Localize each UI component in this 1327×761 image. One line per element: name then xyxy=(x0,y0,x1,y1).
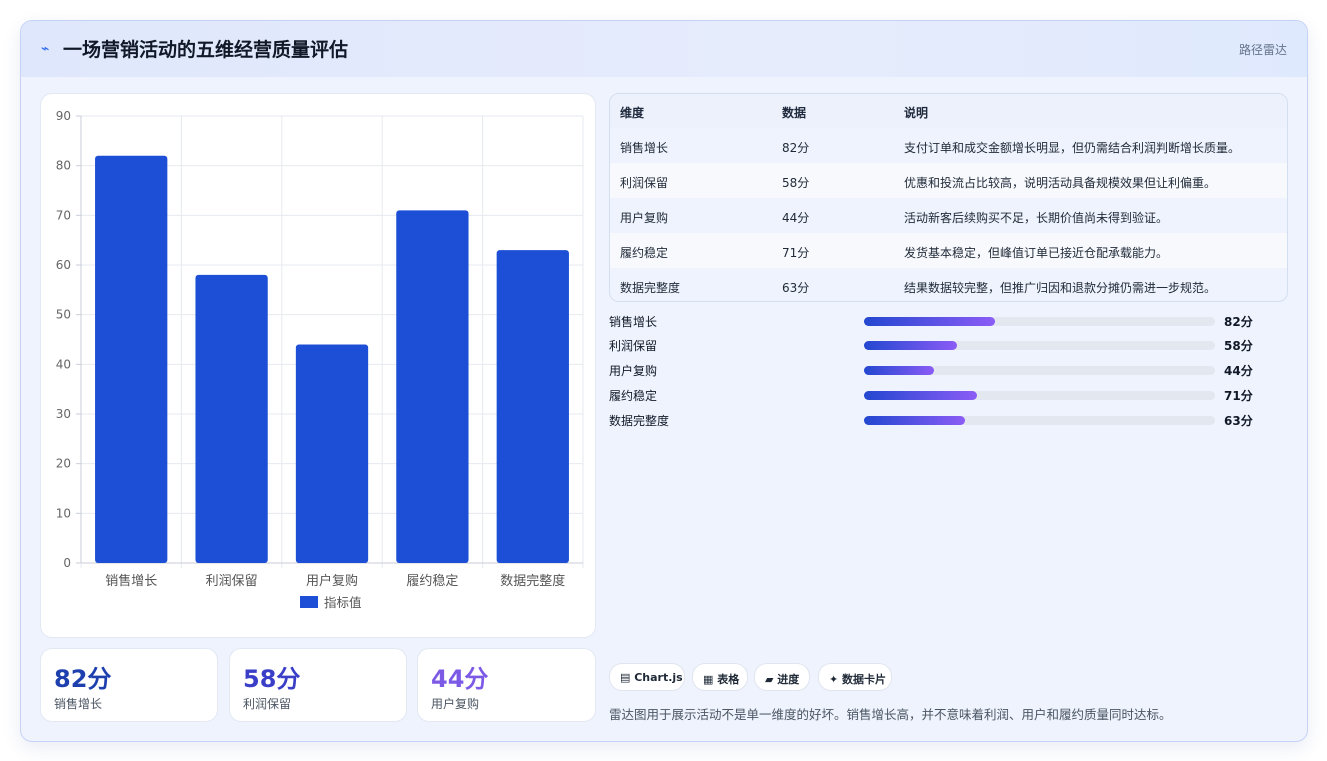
table-cell: 数据完整度 xyxy=(620,281,681,295)
progress-row: 数据完整度 63分 xyxy=(609,410,1269,430)
progress-row: 利润保留 58分 xyxy=(609,335,1269,355)
table-header-cell: 说明 xyxy=(904,106,929,120)
table-header-cell: 数据 xyxy=(782,106,807,120)
chip-label: ✦ 数据卡片 xyxy=(829,673,887,686)
table-cell: 58分 xyxy=(782,176,810,190)
main-card: ⌁ 一场营销活动的五维经营质量评估 路径雷达 0 10 20 30 40 50 60 70 80… xyxy=(20,20,1308,742)
metric-card-sales: 82分 销售增长 xyxy=(40,648,218,722)
table-cell: 结果数据较完整，但推广归因和退款分摊仍需进一步规范。 xyxy=(904,281,1217,295)
bar xyxy=(396,210,469,563)
progress-fill xyxy=(864,391,978,400)
progress-row: 履约稳定 71分 xyxy=(609,385,1269,405)
chip-chartjs[interactable]: ▤ Chart.js xyxy=(609,663,685,691)
chip-label: ▰ 进度 xyxy=(765,673,800,686)
y-tick-label: 80 xyxy=(56,159,71,173)
metric-card-profit: 58分 利润保留 xyxy=(229,648,407,722)
bar-chart: 0 10 20 30 40 50 60 70 80 90 销售增长 利润保留 用户复购 履约稳定 数据完整度… xyxy=(56,109,584,610)
chip-progress[interactable]: ▰ 进度 xyxy=(754,663,810,691)
table-row: 履约稳定 71分 发货基本稳定，但峰值订单已接近仓配承载能力。 xyxy=(610,233,1287,269)
y-tick-label: 60 xyxy=(56,258,71,272)
path-radar-link[interactable]: 路径雷达 xyxy=(1239,41,1287,58)
y-tick-label: 0 xyxy=(63,556,71,570)
metric-value: 44分 xyxy=(431,665,489,693)
progress-value: 82分 xyxy=(1224,315,1253,329)
table-cell: 履约稳定 xyxy=(620,246,669,260)
progress-label: 数据完整度 xyxy=(609,414,670,428)
table-row: 数据完整度 63分 结果数据较完整，但推广归因和退款分摊仍需进一步规范。 xyxy=(610,268,1287,301)
y-tick-label: 70 xyxy=(56,208,71,222)
chip-label: ▦ 表格 xyxy=(703,673,740,686)
table-cell: 82分 xyxy=(782,141,810,155)
progress-track xyxy=(864,391,1215,400)
progress-label: 利润保留 xyxy=(609,339,658,353)
dimension-table: 维度 数据 说明 销售增长 82分 支付订单和成交金额增长明显，但仍需结合利润判… xyxy=(609,93,1288,302)
metric-card-repurchase: 44分 用户复购 xyxy=(417,648,596,722)
metric-label: 销售增长 xyxy=(54,697,103,711)
table-cell: 发货基本稳定，但峰值订单已接近仓配承载能力。 xyxy=(904,246,1169,260)
pulse-icon: ⌁ xyxy=(41,41,50,57)
y-tick-label: 20 xyxy=(56,457,71,471)
progress-label: 用户复购 xyxy=(609,364,658,378)
table-header: 维度 数据 说明 xyxy=(610,94,1287,129)
metric-value: 82分 xyxy=(54,665,112,693)
page-title: 一场营销活动的五维经营质量评估 xyxy=(63,39,349,61)
header-bar: ⌁ 一场营销活动的五维经营质量评估 路径雷达 xyxy=(21,21,1307,77)
y-tick-label: 90 xyxy=(56,109,71,123)
legend-swatch xyxy=(300,596,318,608)
progress-track xyxy=(864,341,1215,350)
progress-value: 58分 xyxy=(1224,339,1253,353)
x-tick-label: 利润保留 xyxy=(206,574,258,589)
table-cell: 利润保留 xyxy=(620,176,669,190)
metric-label: 用户复购 xyxy=(431,697,480,711)
chip-table[interactable]: ▦ 表格 xyxy=(692,663,748,691)
metric-value: 58分 xyxy=(243,665,301,693)
table-cell: 63分 xyxy=(782,281,810,295)
chip-data-card[interactable]: ✦ 数据卡片 xyxy=(818,663,892,691)
y-tick-label: 10 xyxy=(56,506,71,520)
progress-fill xyxy=(864,341,957,350)
table-cell: 优惠和投流占比较高，说明活动具备规模效果但让利偏重。 xyxy=(904,176,1217,190)
progress-value: 63分 xyxy=(1224,414,1253,428)
progress-fill xyxy=(864,416,965,425)
bar xyxy=(295,344,369,563)
table-cell: 活动新客后续购买不足，长期价值尚未得到验证。 xyxy=(904,211,1169,225)
progress-fill xyxy=(864,317,995,326)
progress-value: 44分 xyxy=(1224,364,1253,378)
x-tick-label: 销售增长 xyxy=(105,573,157,589)
y-tick-label: 50 xyxy=(56,308,71,322)
bar xyxy=(95,155,168,563)
metric-label: 利润保留 xyxy=(243,697,292,711)
table-cell: 支付订单和成交金额增长明显，但仍需结合利润判断增长质量。 xyxy=(904,141,1241,155)
table-cell: 用户复购 xyxy=(620,211,669,225)
table-cell: 销售增长 xyxy=(620,141,669,155)
bar xyxy=(195,274,268,563)
x-tick-label: 履约稳定 xyxy=(406,573,458,589)
table-cell: 44分 xyxy=(782,211,810,225)
y-tick-label: 40 xyxy=(56,357,71,371)
x-tick-label: 数据完整度 xyxy=(500,573,565,589)
y-tick-label: 30 xyxy=(56,407,71,421)
progress-fill xyxy=(864,366,935,375)
table-row: 销售增长 82分 支付订单和成交金额增长明显，但仍需结合利润判断增长质量。 xyxy=(610,128,1287,164)
bar-chart-panel: 0 10 20 30 40 50 60 70 80 90 销售增长 利润保留 用户复购 履约稳定 数据完整度… xyxy=(40,93,596,638)
table-row: 利润保留 58分 优惠和投流占比较高，说明活动具备规模效果但让利偏重。 xyxy=(610,163,1287,199)
legend-label: 指标值 xyxy=(324,595,362,610)
table-row: 用户复购 44分 活动新客后续购买不足，长期价值尚未得到验证。 xyxy=(610,198,1287,234)
progress-label: 履约稳定 xyxy=(609,389,658,403)
progress-track xyxy=(864,317,1215,326)
table-header-cell: 维度 xyxy=(620,106,645,120)
progress-label: 销售增长 xyxy=(609,315,658,329)
table-cell: 71分 xyxy=(782,246,810,260)
x-tick-label: 用户复购 xyxy=(306,573,358,589)
progress-track xyxy=(864,416,1215,425)
progress-row: 用户复购 44分 xyxy=(609,360,1269,380)
progress-track xyxy=(864,366,1215,375)
progress-value: 71分 xyxy=(1224,389,1253,403)
footnote: 雷达图用于展示活动不是单一维度的好坏。销售增长高，并不意味着利润、用户和履约质量… xyxy=(609,707,1172,722)
bar xyxy=(496,250,569,563)
chip-label: ▤ Chart.js xyxy=(620,671,683,684)
progress-row: 销售增长 82分 xyxy=(609,311,1269,331)
